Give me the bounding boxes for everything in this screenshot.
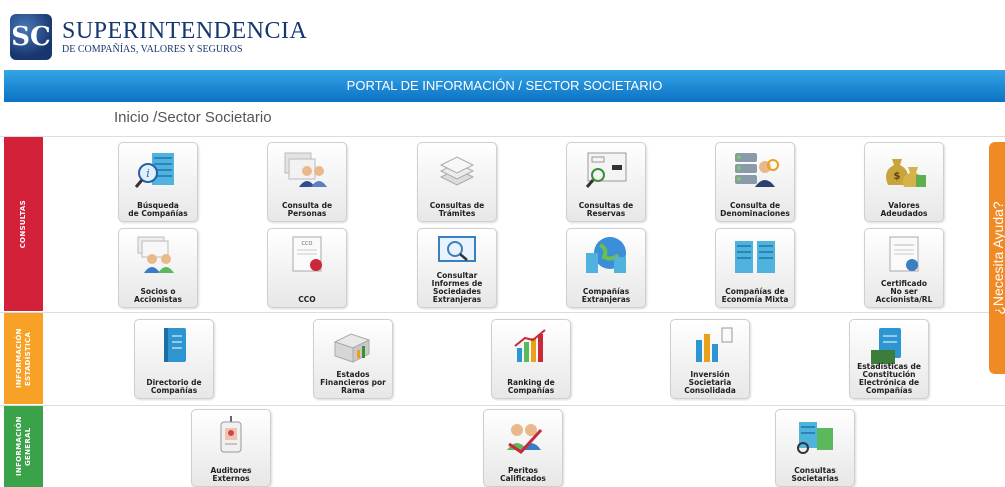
- twin-buildings-icon: [735, 241, 775, 273]
- tile-label: Inversión Societaria Consolidada: [684, 370, 736, 395]
- building-search-icon: i: [134, 153, 174, 188]
- tile-estados-financieros[interactable]: Estados Financieros por Rama: [313, 319, 393, 399]
- server-user-icon: [735, 153, 779, 187]
- tile-label: Ranking de Compañías: [507, 378, 555, 395]
- tile-companias-extranjeras[interactable]: Compañías Extranjeras: [566, 228, 646, 308]
- section-tab-estadistica: INFORMACIÓN ESTADÍSTICA: [4, 313, 43, 404]
- tile-economia-mixta[interactable]: Compañías de Economía Mixta: [715, 228, 795, 308]
- book-icon: [164, 328, 186, 362]
- section-label: CONSULTAS: [19, 199, 27, 249]
- tile-consultas-reservas[interactable]: Consultas de Reservas: [566, 142, 646, 222]
- site-header: SC SUPERINTENDENCIA DE COMPAÑÍAS, VALORE…: [0, 0, 1005, 68]
- screen-search-icon: [438, 236, 476, 262]
- tile-consulta-denominaciones[interactable]: Consulta de Denominaciones: [715, 142, 795, 222]
- tile-label: Valores Adeudados: [880, 201, 928, 218]
- papers-icon: [439, 156, 475, 186]
- tile-label: Certificado No ser Accionista/RL: [875, 279, 933, 304]
- partners-icon: [137, 236, 174, 273]
- tile-label: Compañías Extranjeras: [581, 287, 631, 304]
- tile-informes-extranjeras[interactable]: Consultar Informes de Sociedades Extranjera…: [417, 228, 497, 308]
- tile-ranking-companias[interactable]: Ranking de Compañías: [491, 319, 571, 399]
- ranking-chart-icon: [514, 329, 546, 362]
- certificate-seal-icon: CCO: [292, 236, 322, 272]
- help-label: ¿Necesita Ayuda?: [990, 201, 1005, 315]
- tile-label: Estados Financieros por Rama: [320, 370, 386, 395]
- tile-busqueda-companias[interactable]: i Búsqueda de Compañías: [118, 142, 198, 222]
- tile-label: Consultas de Reservas: [578, 201, 634, 218]
- section-label: INFORMACIÓN ESTADÍSTICA: [14, 328, 32, 389]
- tile-label: Consulta de Denominaciones: [720, 201, 790, 218]
- globe-buildings-icon: [586, 237, 626, 273]
- section-estadistica: INFORMACIÓN ESTADÍSTICA Directorio de Com…: [0, 312, 1005, 404]
- people-icon: [284, 152, 327, 187]
- tile-label: Estadísticas de Constitución Electrónica d…: [857, 362, 921, 395]
- tile-label: Peritos Calificados: [500, 466, 546, 483]
- id-badge-icon: [220, 416, 242, 453]
- ebook-icon: [871, 328, 901, 364]
- breadcrumb[interactable]: Inicio /Sector Societario: [114, 109, 272, 126]
- approved-people-icon: [507, 424, 543, 454]
- tile-consulta-personas[interactable]: Consulta de Personas: [267, 142, 347, 222]
- section-consultas: CONSULTAS i Búsqueda de Compañías Consult…: [0, 136, 1005, 311]
- tile-label: CCO: [298, 295, 316, 304]
- section-tab-consultas: CONSULTAS: [4, 137, 43, 311]
- portal-banner: PORTAL DE INFORMACIÓN / SECTOR SOCIETARI…: [4, 70, 1005, 102]
- tile-label: Socios o Accionistas: [134, 287, 182, 304]
- logo-title: SUPERINTENDENCIA: [62, 18, 308, 44]
- tile-label: Consultas Societarias: [791, 466, 839, 483]
- document-search-icon: [585, 152, 627, 188]
- section-label: INFORMACIÓN GENERAL: [14, 416, 32, 477]
- tile-label: Consultas de Trámites: [429, 201, 485, 218]
- logo-icon[interactable]: SC: [10, 14, 52, 60]
- tile-certificado-no-accionista[interactable]: Certificado No ser Accionista/RL: [864, 228, 944, 308]
- tile-inversion-societaria[interactable]: Inversión Societaria Consolidada: [670, 319, 750, 399]
- bar-chart-icon: [696, 327, 733, 362]
- tile-label: Consulta de Personas: [281, 201, 333, 218]
- tile-valores-adeudados[interactable]: $ Valores Adeudados: [864, 142, 944, 222]
- tile-estadisticas-constitucion[interactable]: Estadísticas de Constitución Electrónica d…: [849, 319, 929, 399]
- tile-label: Búsqueda de Compañías: [128, 201, 188, 218]
- svg-text:$: $: [894, 171, 901, 182]
- tile-label: Auditores Externos: [210, 466, 252, 483]
- svg-text:CCO: CCO: [302, 241, 313, 247]
- tile-label: Consultar Informes de Sociedades Extranjera…: [431, 271, 483, 304]
- tile-directorio-companias[interactable]: Directorio de Compañías: [134, 319, 214, 399]
- tile-auditores-externos[interactable]: Auditores Externos: [191, 409, 271, 487]
- logo-subtitle: DE COMPAÑÍAS, VALORES Y SEGUROS: [62, 44, 243, 55]
- tile-consultas-tramites[interactable]: Consultas de Trámites: [417, 142, 497, 222]
- help-tab[interactable]: ¿Necesita Ayuda?: [989, 142, 1005, 374]
- section-general: INFORMACIÓN GENERAL Auditores Externos Pe…: [0, 405, 1005, 487]
- money-bags-icon: $: [886, 159, 926, 187]
- tile-cco[interactable]: CCO CCO: [267, 228, 347, 308]
- tile-label: Compañías de Economía Mixta: [721, 287, 789, 304]
- svg-text:i: i: [146, 167, 150, 180]
- buildings-search-icon: [797, 422, 833, 454]
- boxes-chart-icon: [333, 333, 371, 363]
- tile-peritos-calificados[interactable]: Peritos Calificados: [483, 409, 563, 487]
- tile-consultas-societarias[interactable]: Consultas Societarias: [775, 409, 855, 487]
- tile-socios-accionistas[interactable]: Socios o Accionistas: [118, 228, 198, 308]
- certificate-icon: [889, 236, 919, 272]
- section-tab-general: INFORMACIÓN GENERAL: [4, 406, 43, 487]
- tile-label: Directorio de Compañías: [146, 378, 202, 395]
